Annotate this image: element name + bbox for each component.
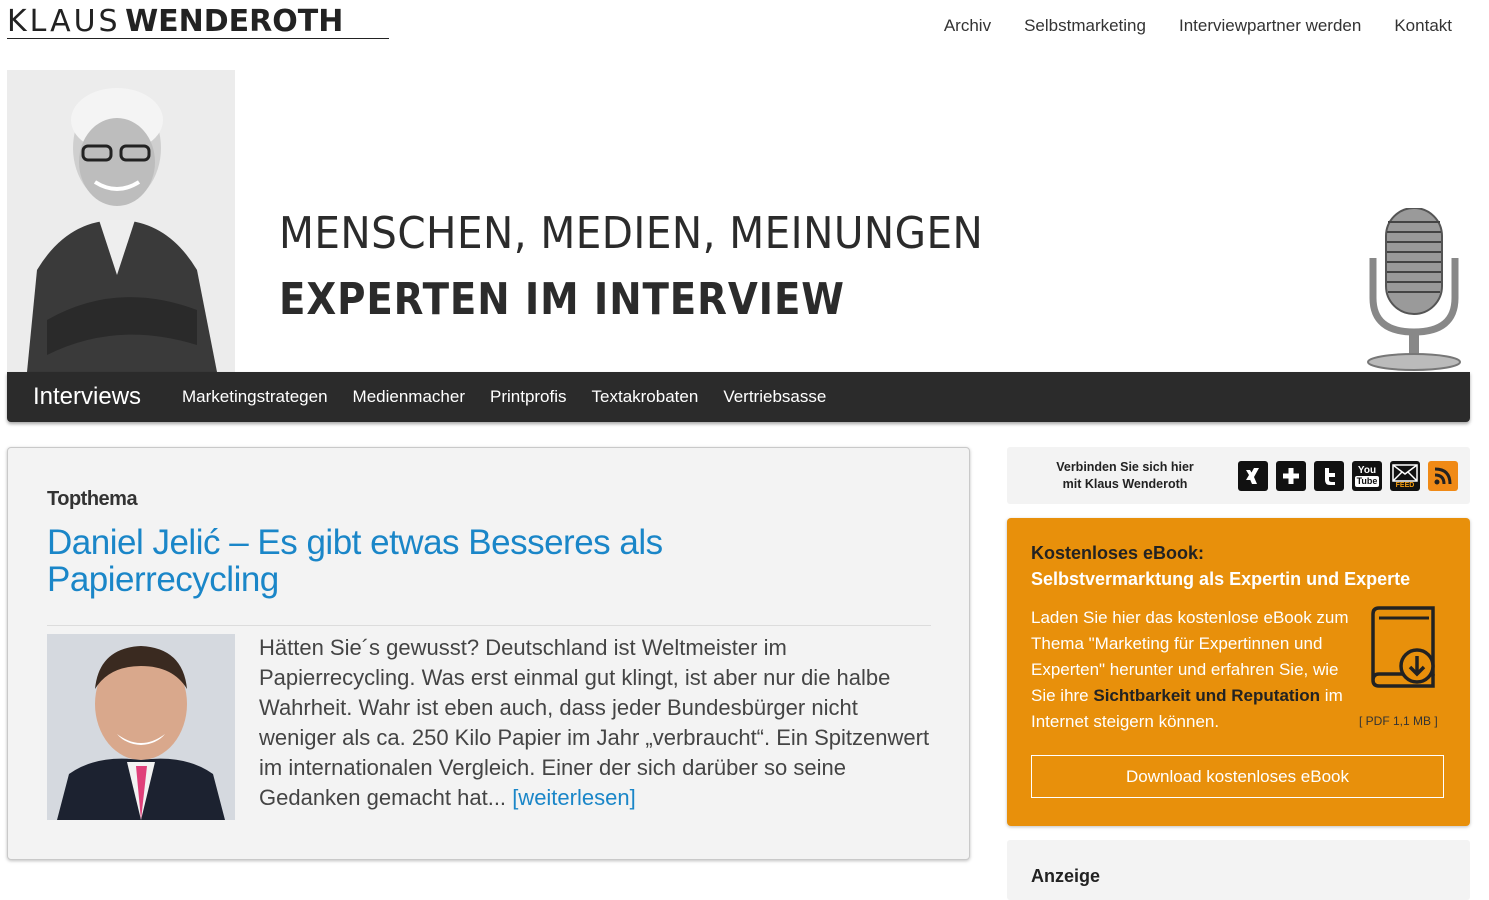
xing-icon[interactable] [1238, 461, 1268, 491]
site-logo[interactable]: KLAUS WENDEROTH [7, 4, 389, 39]
connect-line-2: mit Klaus Wenderoth [1062, 477, 1188, 491]
microphone-icon [1361, 207, 1466, 372]
category-vertriebsasse[interactable]: Vertriebsasse [723, 387, 826, 407]
divider [47, 625, 931, 626]
nav-interviewpartner[interactable]: Interviewpartner werden [1179, 16, 1361, 36]
logo-last-name: WENDEROTH [125, 4, 344, 39]
navbar-brand-interviews[interactable]: Interviews [33, 383, 141, 411]
featured-article-card: Topthema Daniel Jelić – Es gibt etwas Be… [7, 447, 970, 860]
category-menu: Marketingstrategen Medienmacher Printpro… [182, 387, 826, 407]
hero-headline: MENSCHEN, MEDIEN, MEINUNGEN [279, 208, 984, 259]
ad-label: Anzeige [1031, 866, 1101, 886]
article-excerpt-text: Hätten Sie´s gewusst? Deutschland ist We… [259, 635, 930, 810]
category-printprofis[interactable]: Printprofis [490, 387, 567, 407]
ebook-description: Laden Sie hier das kostenlose eBook zum … [1031, 605, 1349, 735]
logo-first-name: KLAUS [7, 4, 121, 39]
connect-text: Verbinden Sie sich hier mit Klaus Wender… [1025, 459, 1225, 493]
hero-banner: MENSCHEN, MEDIEN, MEINUNGEN EXPERTEN IM … [7, 70, 1470, 372]
person-portrait-icon [7, 70, 235, 372]
category-navbar: Interviews Marketingstrategen Medienmach… [7, 372, 1470, 422]
ebook-description-bold: Sichtbarkeit und Reputation [1093, 686, 1321, 705]
category-medienmacher[interactable]: Medienmacher [353, 387, 465, 407]
nav-selbstmarketing[interactable]: Selbstmarketing [1024, 16, 1146, 36]
article-thumbnail[interactable] [47, 634, 235, 820]
article-excerpt: Hätten Sie´s gewusst? Deutschland ist We… [259, 633, 939, 813]
social-icons: You Tube FEED [1238, 461, 1458, 491]
social-connect-box: Verbinden Sie sich hier mit Klaus Wender… [1007, 447, 1470, 504]
ebook-title: Kostenloses eBook: [1031, 543, 1205, 563]
twitter-icon[interactable] [1314, 461, 1344, 491]
connect-line-1: Verbinden Sie sich hier [1056, 460, 1194, 474]
ebook-file-meta: [ PDF 1,1 MB ] [1359, 714, 1438, 728]
ebook-promo-box: Kostenloses eBook: Selbstvermarktung als… [1007, 518, 1470, 826]
email-feed-icon[interactable]: FEED [1390, 461, 1420, 491]
ad-box: Anzeige [1007, 840, 1470, 900]
article-kicker: Topthema [47, 488, 138, 510]
category-textakrobaten[interactable]: Textakrobaten [592, 387, 699, 407]
nav-kontakt[interactable]: Kontakt [1394, 16, 1452, 36]
category-marketingstrategen[interactable]: Marketingstrategen [182, 387, 328, 407]
youtube-icon[interactable]: You Tube [1352, 461, 1382, 491]
article-title-link[interactable]: Daniel Jelić – Es gibt etwas Besseres al… [47, 524, 867, 598]
read-more-link[interactable]: [weiterlesen] [512, 785, 636, 810]
rss-icon[interactable] [1428, 461, 1458, 491]
ebook-download-icon [1365, 606, 1441, 694]
nav-archiv[interactable]: Archiv [944, 16, 991, 36]
hero-subline: EXPERTEN IM INTERVIEW [279, 274, 845, 325]
top-navigation: Archiv Selbstmarketing Interviewpartner … [944, 16, 1452, 36]
google-plus-icon[interactable] [1276, 461, 1306, 491]
download-ebook-button[interactable]: Download kostenloses eBook [1031, 755, 1444, 798]
ebook-subtitle: Selbstvermarktung als Expertin und Exper… [1031, 569, 1411, 589]
